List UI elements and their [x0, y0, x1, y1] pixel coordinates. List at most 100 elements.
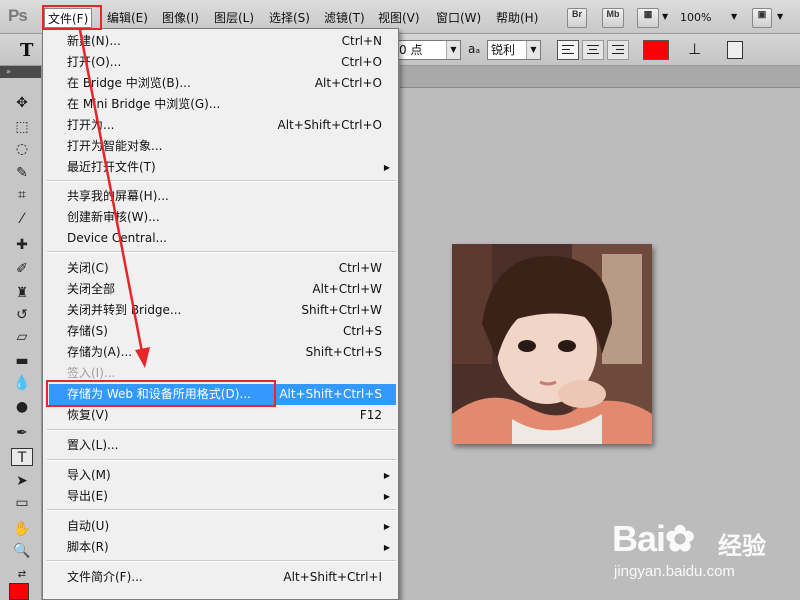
- annotation-box-file-menu: [42, 5, 102, 30]
- history-brush-icon[interactable]: ↺: [11, 306, 33, 324]
- mini-bridge-button[interactable]: Mb: [602, 8, 624, 28]
- menu-item-import[interactable]: 导入(M) ▶: [49, 465, 396, 486]
- menu-item-shortcut: Alt+Shift+Ctrl+I: [283, 570, 382, 584]
- menu-item-shortcut: Alt+Ctrl+W: [312, 282, 382, 296]
- menu-item-export[interactable]: 导出(E) ▶: [49, 486, 396, 507]
- clone-stamp-icon[interactable]: ♜: [11, 284, 33, 302]
- chevron-down-icon[interactable]: ▼: [662, 12, 668, 21]
- path-select-icon[interactable]: ➤: [11, 472, 33, 490]
- chevron-down-icon[interactable]: ▼: [526, 41, 540, 59]
- document-tab-strip: [400, 66, 800, 88]
- menu-item-close-all[interactable]: 关闭全部 Alt+Ctrl+W: [49, 279, 396, 300]
- font-size-select[interactable]: 0 点 ▼: [395, 40, 461, 60]
- menu-separator: [47, 459, 396, 461]
- menu-item-label: 自动(U): [67, 519, 110, 533]
- menu-item-save[interactable]: 存储(S) Ctrl+S: [49, 321, 396, 342]
- blur-tool-icon[interactable]: 💧: [11, 374, 33, 392]
- pen-tool-icon[interactable]: ✒: [11, 424, 33, 442]
- bridge-button[interactable]: Br: [567, 8, 587, 28]
- menu-item-shortcut: Ctrl+S: [342, 324, 382, 338]
- menu-item-label: 打开为...: [67, 118, 115, 132]
- menu-item-open-smart-object[interactable]: 打开为智能对象...: [49, 136, 396, 157]
- menu-item-recent-files[interactable]: 最近打开文件(T) ▶: [49, 157, 396, 178]
- hand-tool-icon[interactable]: ✋: [11, 520, 33, 538]
- menu-item-label: 脚本(R): [67, 540, 109, 554]
- align-center-button[interactable]: [582, 40, 604, 60]
- type-tool-icon[interactable]: T: [20, 40, 33, 61]
- type-tool-icon[interactable]: T: [11, 448, 33, 466]
- menu-item-place[interactable]: 置入(L)...: [49, 435, 396, 456]
- anti-alias-select[interactable]: 锐利 ▼: [487, 40, 541, 60]
- menu-item-label: 文件简介(F)...: [67, 570, 143, 584]
- menu-item-label: Device Central...: [67, 231, 167, 245]
- zoom-level[interactable]: 100%: [680, 8, 711, 28]
- watermark-brand: Bai✿: [612, 518, 695, 560]
- menu-help[interactable]: 帮助(H): [493, 8, 541, 28]
- menu-item-open[interactable]: 打开(O)... Ctrl+O: [49, 52, 396, 73]
- brush-tool-icon[interactable]: ✐: [11, 260, 33, 278]
- menu-item-browse-mini-bridge[interactable]: 在 Mini Bridge 中浏览(G)...: [49, 94, 396, 115]
- foreground-color-swatch[interactable]: [9, 583, 29, 600]
- chevron-down-icon[interactable]: ▼: [777, 12, 783, 21]
- warp-text-icon[interactable]: ⊥: [688, 40, 701, 58]
- swap-colors-icon[interactable]: ⇄: [11, 566, 33, 584]
- menu-filter[interactable]: 滤镜(T): [321, 8, 368, 28]
- chevron-down-icon[interactable]: ▼: [731, 12, 737, 21]
- document-photo: [452, 244, 652, 444]
- shape-tool-icon[interactable]: ▭: [11, 494, 33, 512]
- menu-item-share-screen[interactable]: 共享我的屏幕(H)...: [49, 186, 396, 207]
- menu-item-shortcut: Ctrl+O: [341, 55, 382, 69]
- align-left-button[interactable]: [557, 40, 579, 60]
- menu-layer[interactable]: 图层(L): [211, 8, 257, 28]
- menu-item-shortcut: F12: [359, 408, 382, 422]
- menu-select[interactable]: 选择(S): [266, 8, 313, 28]
- menu-item-close-go-bridge[interactable]: 关闭并转到 Bridge... Shift+Ctrl+W: [49, 300, 396, 321]
- character-panel-icon[interactable]: [727, 41, 743, 59]
- lasso-tool-icon[interactable]: ◌: [11, 140, 33, 158]
- menu-item-revert[interactable]: 恢复(V) F12: [49, 405, 396, 426]
- watermark-brand-cn: 经验: [718, 532, 766, 560]
- aa-label: a: [468, 42, 476, 56]
- menu-edit[interactable]: 编辑(E): [104, 8, 151, 28]
- menu-item-shortcut: Alt+Shift+Ctrl+O: [277, 118, 382, 132]
- menu-item-shortcut: Shift+Ctrl+S: [305, 345, 382, 359]
- zoom-tool-icon[interactable]: 🔍: [11, 542, 33, 560]
- dodge-tool-icon[interactable]: ●: [11, 398, 33, 416]
- chevron-down-icon[interactable]: ▼: [446, 41, 460, 59]
- menu-item-automate[interactable]: 自动(U) ▶: [49, 516, 396, 537]
- menu-item-device-central[interactable]: Device Central...: [49, 228, 396, 249]
- menu-image[interactable]: 图像(I): [159, 8, 202, 28]
- align-right-button[interactable]: [607, 40, 629, 60]
- menu-item-label: 导入(M): [67, 468, 111, 482]
- menu-item-file-info[interactable]: 文件简介(F)... Alt+Shift+Ctrl+I: [49, 567, 396, 588]
- screen-mode-icon[interactable]: ▣: [752, 8, 772, 28]
- menu-item-label: 创建新审核(W)...: [67, 210, 160, 224]
- menu-item-label: 存储为(A)...: [67, 345, 133, 359]
- menu-item-save-as[interactable]: 存储为(A)... Shift+Ctrl+S: [49, 342, 396, 363]
- menu-item-scripts[interactable]: 脚本(R) ▶: [49, 537, 396, 558]
- menu-view[interactable]: 视图(V): [375, 8, 423, 28]
- view-extras-icon[interactable]: ▦: [637, 8, 659, 28]
- menu-item-shortcut: Shift+Ctrl+W: [301, 303, 382, 317]
- quick-select-tool-icon[interactable]: ✎: [11, 164, 33, 182]
- menu-item-label: 关闭(C): [67, 261, 109, 275]
- menu-separator: [47, 560, 396, 562]
- menu-separator: [47, 251, 396, 253]
- text-color-swatch[interactable]: [643, 40, 669, 60]
- menu-window[interactable]: 窗口(W): [433, 8, 484, 28]
- move-tool-icon[interactable]: ✥: [11, 94, 33, 112]
- menu-item-label: 在 Mini Bridge 中浏览(G)...: [67, 97, 221, 111]
- menu-item-browse-bridge[interactable]: 在 Bridge 中浏览(B)... Alt+Ctrl+O: [49, 73, 396, 94]
- eraser-tool-icon[interactable]: ▱: [11, 328, 33, 346]
- menu-item-open-as[interactable]: 打开为... Alt+Shift+Ctrl+O: [49, 115, 396, 136]
- menu-item-close[interactable]: 关闭(C) Ctrl+W: [49, 258, 396, 279]
- eyedropper-tool-icon[interactable]: ⁄: [11, 210, 33, 228]
- healing-brush-icon[interactable]: ✚: [11, 236, 33, 254]
- menu-item-create-review[interactable]: 创建新审核(W)...: [49, 207, 396, 228]
- gradient-tool-icon[interactable]: ▬: [11, 352, 33, 370]
- menu-item-new[interactable]: 新建(N)... Ctrl+N: [49, 31, 396, 52]
- crop-tool-icon[interactable]: ⌗: [11, 186, 33, 204]
- tools-panel-header[interactable]: »: [0, 66, 41, 78]
- submenu-arrow-icon: ▶: [383, 522, 390, 531]
- marquee-tool-icon[interactable]: ⬚: [11, 118, 33, 136]
